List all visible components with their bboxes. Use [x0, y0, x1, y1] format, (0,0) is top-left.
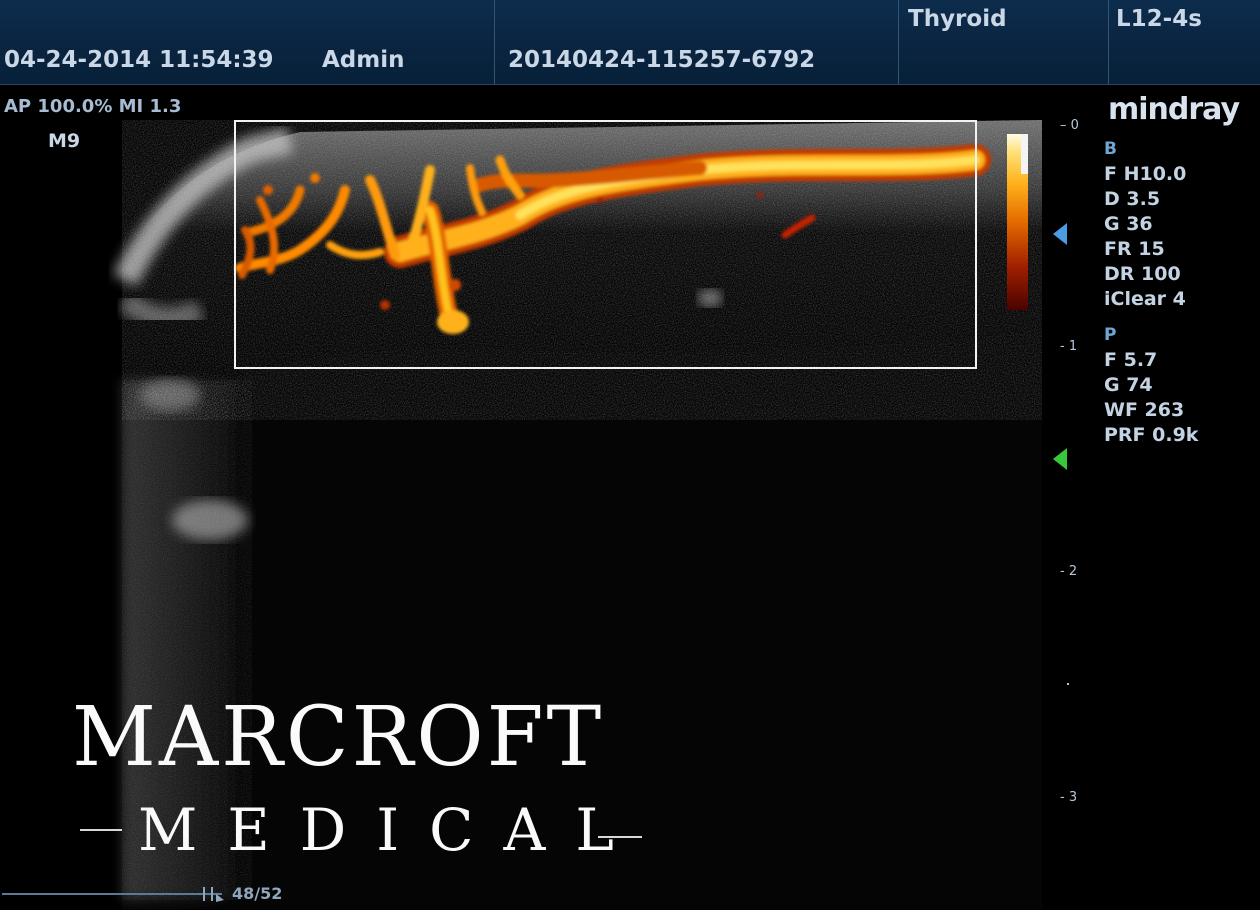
p-prf: PRF 0.9k [1104, 424, 1199, 446]
p-gain: G 74 [1104, 374, 1153, 396]
header-divider [494, 0, 495, 84]
b-frame-rate: FR 15 [1104, 238, 1165, 260]
status-header: 04-24-2014 11:54:39 Admin 20140424-11525… [0, 0, 1260, 85]
header-divider [898, 0, 899, 84]
depth-tick-0: – 0 [1060, 118, 1079, 133]
header-divider [1108, 0, 1109, 84]
b-frequency: F H10.0 [1104, 163, 1187, 185]
b-gain: G 36 [1104, 213, 1153, 235]
acoustic-power-index: AP 100.0% MI 1.3 [4, 96, 182, 117]
depth-minor-tick [1067, 683, 1069, 685]
p-wall-filter: WF 263 [1104, 399, 1185, 421]
power-mode-label: P [1104, 325, 1117, 345]
watermark-logo-text: MARCROFT [72, 690, 605, 785]
b-dynamic-range: DR 100 [1104, 263, 1181, 285]
b-mode-label: B [1104, 139, 1117, 159]
focus-position-marker[interactable] [1053, 223, 1067, 245]
imaging-parameters-panel: B F H10.0 D 3.5 G 36 FR 15 DR 100 iClear… [1104, 136, 1198, 448]
operator-name: Admin [322, 47, 405, 73]
doppler-roi-box[interactable] [234, 120, 977, 369]
watermark-subtitle: MEDICAL [138, 796, 644, 864]
exam-id[interactable]: 20140424-115257-6792 [508, 47, 815, 73]
doppler-focus-marker[interactable] [1053, 448, 1067, 470]
color-bar-highlight [1021, 134, 1028, 174]
probe-name[interactable]: L12-4s [1116, 6, 1202, 32]
cine-frame-counter: 48/52 [232, 884, 283, 903]
b-iclear: iClear 4 [1104, 288, 1186, 310]
brand-logo: mindray [1108, 92, 1240, 127]
b-depth: D 3.5 [1104, 188, 1161, 210]
watermark-rule-left [80, 829, 122, 831]
p-frequency: F 5.7 [1104, 349, 1158, 371]
depth-tick-1: - 1 [1060, 339, 1078, 354]
exam-datetime: 04-24-2014 11:54:39 [4, 47, 274, 73]
exam-preset[interactable]: Thyroid [908, 6, 1007, 32]
watermark-rule-right [598, 836, 642, 838]
frequency-mode[interactable]: M9 [48, 130, 80, 152]
depth-tick-3: - 3 [1060, 790, 1078, 805]
cine-loop-bar[interactable] [0, 880, 230, 904]
depth-tick-2: - 2 [1060, 564, 1078, 579]
